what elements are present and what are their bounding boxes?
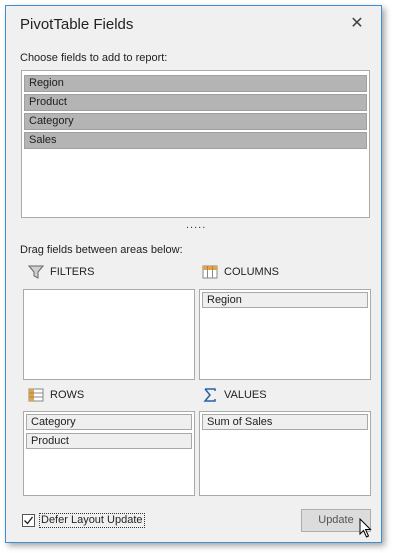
columns-label: COLUMNS: [224, 266, 280, 278]
choose-fields-label: Choose fields to add to report:: [20, 52, 168, 64]
defer-checkbox[interactable]: [22, 514, 35, 527]
filters-label: FILTERS: [50, 266, 95, 278]
field-item-sales[interactable]: Sales: [24, 132, 367, 149]
mouse-cursor-icon: [359, 518, 372, 538]
window-title: PivotTable Fields: [20, 16, 134, 33]
values-label: VALUES: [224, 389, 267, 401]
close-icon[interactable]: ✕: [349, 16, 365, 32]
pivot-fields-window: PivotTable Fields ✕ Choose fields to add…: [5, 5, 382, 543]
defer-label[interactable]: Defer Layout Update: [39, 513, 145, 528]
check-icon: [24, 516, 34, 525]
columns-item-region[interactable]: Region: [202, 292, 368, 308]
rows-area[interactable]: Category Product: [23, 411, 195, 496]
splitter-handle[interactable]: .....: [186, 220, 206, 231]
columns-icon: [202, 264, 218, 280]
field-item-category[interactable]: Category: [24, 113, 367, 130]
field-item-product[interactable]: Product: [24, 94, 367, 111]
drag-fields-label: Drag fields between areas below:: [20, 244, 183, 256]
rows-icon: [28, 387, 44, 403]
values-item-sum-of-sales[interactable]: Sum of Sales: [202, 414, 368, 430]
field-list[interactable]: Region Product Category Sales: [21, 70, 370, 218]
sigma-icon: [202, 387, 218, 403]
rows-item-category[interactable]: Category: [26, 414, 192, 430]
filters-area[interactable]: [23, 289, 195, 380]
columns-area[interactable]: Region: [199, 289, 371, 380]
values-area[interactable]: Sum of Sales: [199, 411, 371, 496]
rows-item-product[interactable]: Product: [26, 433, 192, 449]
filter-icon: [27, 264, 45, 280]
rows-label: ROWS: [50, 389, 85, 401]
field-item-region[interactable]: Region: [24, 75, 367, 92]
